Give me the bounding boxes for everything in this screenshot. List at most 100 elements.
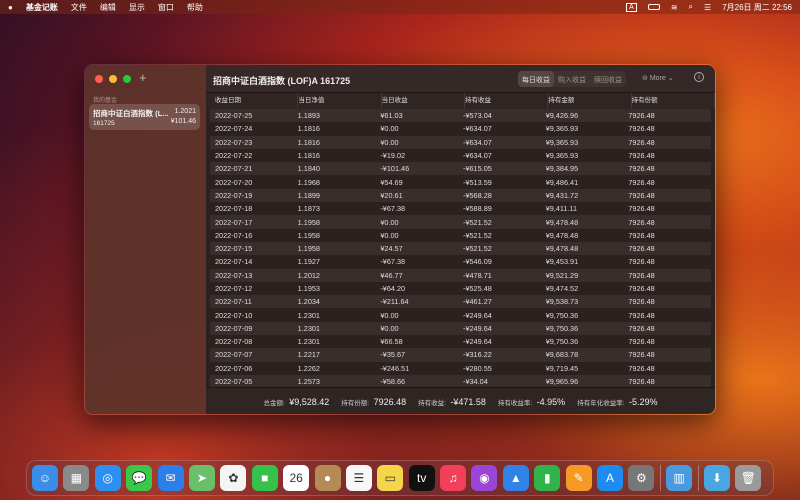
table-row[interactable]: 2022-07-16 1.1958 ¥0.00 -¥521.52 ¥9,478.48 79… — [210, 229, 711, 242]
table-cell: 2022-07-17 — [215, 217, 253, 227]
table-cell: -¥573.04 — [463, 111, 492, 121]
table-cell: ¥9,365.93 — [545, 151, 579, 161]
table-row[interactable]: 2022-07-15 1.1958 ¥24.57 -¥521.52 ¥9,478.48 7… — [210, 241, 711, 256]
table-cell: 1.1927 — [297, 257, 320, 267]
table-cell: 7926.48 — [628, 190, 655, 200]
podcasts-icon[interactable]: ◉ — [471, 465, 498, 491]
table-row[interactable]: 2022-07-21 1.1840 -¥101.46 -¥615.05 ¥9,384.9… — [210, 162, 711, 176]
summary-value: ¥9,528.42 — [289, 397, 330, 407]
table-cell: 1.2034 — [297, 297, 320, 307]
keynote-icon[interactable]: ▲ — [502, 465, 529, 491]
table-row[interactable]: 2022-07-22 1.1816 -¥19.02 -¥634.07 ¥9,365.93… — [210, 149, 711, 162]
messages-icon[interactable]: 💬 — [126, 465, 153, 491]
table-cell: 1.2012 — [297, 270, 320, 280]
info-icon[interactable]: i — [694, 72, 704, 82]
launchpad-icon[interactable]: ▦ — [63, 465, 90, 491]
table-row[interactable]: 2022-07-07 1.2217 -¥35.67 -¥316.22 ¥9,683.78… — [210, 348, 711, 362]
column-header[interactable]: 当日净值 — [298, 93, 382, 109]
tab-purchase-profit[interactable]: 购入收益 — [554, 71, 590, 87]
table-row[interactable]: 2022-07-12 1.1953 -¥64.20 -¥525.48 ¥9,474.52… — [210, 282, 711, 295]
notes-icon[interactable]: ▭ — [377, 465, 404, 491]
music-icon[interactable]: ♫ — [440, 465, 467, 491]
table-row[interactable]: 2022-07-20 1.1968 ¥54.69 -¥513.59 ¥9,486.41 7… — [210, 175, 711, 188]
wifi-icon[interactable]: ≋ — [671, 3, 678, 12]
column-header[interactable]: 持有金额 — [548, 93, 632, 109]
table-cell: -¥316.22 — [463, 350, 492, 360]
downloads-icon[interactable]: ⬇ — [703, 465, 730, 491]
trash-icon[interactable]: 🗑 — [735, 465, 762, 491]
battery-icon[interactable] — [647, 4, 660, 10]
column-header[interactable]: 收益日期 — [215, 93, 299, 109]
menu-view[interactable]: 显示 — [129, 2, 145, 13]
reminders-icon[interactable]: ☰ — [345, 465, 372, 491]
table-row[interactable]: 2022-07-06 1.2262 -¥246.51 -¥280.55 ¥9,719.4… — [210, 362, 711, 375]
column-header[interactable]: 持有收益 — [465, 93, 549, 109]
table-cell: 2022-07-15 — [215, 244, 253, 254]
app-store-icon[interactable]: A — [597, 465, 624, 491]
table-row[interactable]: 2022-07-14 1.1927 -¥67.38 -¥546.09 ¥9,453.91… — [210, 255, 711, 268]
control-center-icon[interactable]: ☰ — [704, 3, 711, 12]
table-body[interactable]: 2022-07-25 1.1893 ¥61.03 -¥573.04 ¥9,426.96 7… — [210, 109, 711, 388]
menu-edit[interactable]: 编辑 — [100, 2, 116, 13]
fund-list-item[interactable]: 招商中证白酒指数 (L... 161725 1.2021 ¥101.46 — [89, 104, 200, 130]
close-button[interactable] — [95, 75, 103, 83]
table-row[interactable]: 2022-07-11 1.2034 -¥211.64 -¥461.27 ¥9,538.7… — [210, 295, 711, 309]
more-button[interactable]: ⊖ More ⌄ — [642, 74, 674, 82]
clock[interactable]: 7月26日 周二 22:56 — [722, 2, 792, 13]
numbers-icon[interactable]: ▮ — [534, 465, 561, 491]
search-icon[interactable]: ⌕ — [689, 2, 693, 12]
table-cell: ¥9,365.93 — [545, 124, 579, 134]
menu-file[interactable]: 文件 — [71, 2, 87, 13]
calendar-icon[interactable]: 26 — [283, 465, 310, 491]
system-preferences-icon[interactable]: ⚙ — [628, 465, 655, 491]
pages-icon[interactable]: ✎ — [565, 465, 592, 491]
table-cell: 7926.48 — [628, 137, 655, 147]
table-row[interactable]: 2022-07-08 1.2301 ¥66.58 -¥249.64 ¥9,750.36 7… — [210, 335, 711, 348]
table-cell: 1.1958 — [297, 230, 320, 240]
table-row[interactable]: 2022-07-25 1.1893 ¥61.03 -¥573.04 ¥9,426.96 7… — [210, 109, 711, 123]
minimize-button[interactable] — [109, 75, 117, 83]
table-cell: -¥521.52 — [463, 230, 492, 240]
maps-icon[interactable]: ➤ — [188, 465, 215, 491]
table-cell: 2022-07-18 — [215, 204, 253, 214]
menu-help[interactable]: 帮助 — [187, 2, 203, 13]
table-row[interactable]: 2022-07-19 1.1899 ¥20.61 -¥568.28 ¥9,431.72 7… — [210, 188, 711, 203]
apple-tv-icon[interactable]: tv — [408, 465, 435, 491]
add-fund-button[interactable]: + — [139, 70, 147, 85]
table-cell: ¥0.00 — [380, 310, 399, 320]
summary-value: 7926.48 — [373, 397, 407, 407]
facetime-icon[interactable]: ■ — [251, 465, 278, 491]
table-row[interactable]: 2022-07-18 1.1873 -¥67.38 -¥588.89 ¥9,411.11… — [210, 202, 711, 215]
table-cell: 2022-07-19 — [215, 190, 253, 200]
table-cell: ¥9,719.45 — [545, 363, 579, 373]
table-row[interactable]: 2022-07-10 1.2301 ¥0.00 -¥249.64 ¥9,750.36 79… — [210, 308, 711, 321]
table-row[interactable]: 2022-07-09 1.2301 ¥0.00 -¥249.64 ¥9,750.36 79… — [210, 321, 711, 336]
menu-window[interactable]: 窗口 — [158, 2, 174, 13]
table-row[interactable]: 2022-07-17 1.1958 ¥0.00 -¥521.52 ¥9,478.48 79… — [210, 215, 711, 229]
table-row[interactable]: 2022-07-13 1.2012 ¥46.77 -¥478.71 ¥9,521.29 7… — [210, 268, 711, 282]
fund-ledger-icon[interactable]: ▥ — [666, 465, 693, 491]
table-row[interactable]: 2022-07-23 1.1816 ¥0.00 -¥634.07 ¥9,365.93 79… — [210, 135, 711, 149]
table-cell: -¥588.89 — [463, 204, 492, 214]
contacts-icon[interactable]: ● — [314, 465, 341, 491]
photos-icon[interactable]: ✿ — [220, 465, 247, 491]
input-source-icon[interactable]: A — [626, 2, 637, 12]
table-header: 收益日期 当日净值 当日收益 持有收益 持有金额 持有份额 — [206, 93, 715, 109]
table-cell: -¥67.38 — [380, 257, 406, 267]
dock-separator — [659, 465, 661, 491]
mail-icon[interactable]: ✉ — [157, 465, 184, 491]
finder-icon[interactable]: ☺ — [32, 465, 58, 491]
zoom-button[interactable] — [123, 75, 131, 83]
column-header[interactable]: 当日收益 — [382, 93, 465, 109]
fund-profit: ¥101.46 — [170, 118, 196, 125]
table-cell: 2022-07-07 — [215, 350, 253, 360]
tab-redeem-profit[interactable]: 赎回收益 — [590, 71, 626, 87]
column-header[interactable]: 持有份额 — [632, 93, 715, 109]
tab-daily-profit[interactable]: 每日收益 — [518, 71, 554, 87]
table-row[interactable]: 2022-07-24 1.1816 ¥0.00 -¥634.07 ¥9,365.93 79… — [210, 122, 711, 135]
menu-app[interactable]: 基金记账 — [26, 2, 58, 13]
table-cell: -¥615.05 — [463, 164, 492, 174]
table-cell: 2022-07-20 — [215, 177, 253, 187]
safari-icon[interactable]: ◎ — [94, 465, 121, 491]
apple-icon[interactable]: ● — [8, 3, 13, 12]
